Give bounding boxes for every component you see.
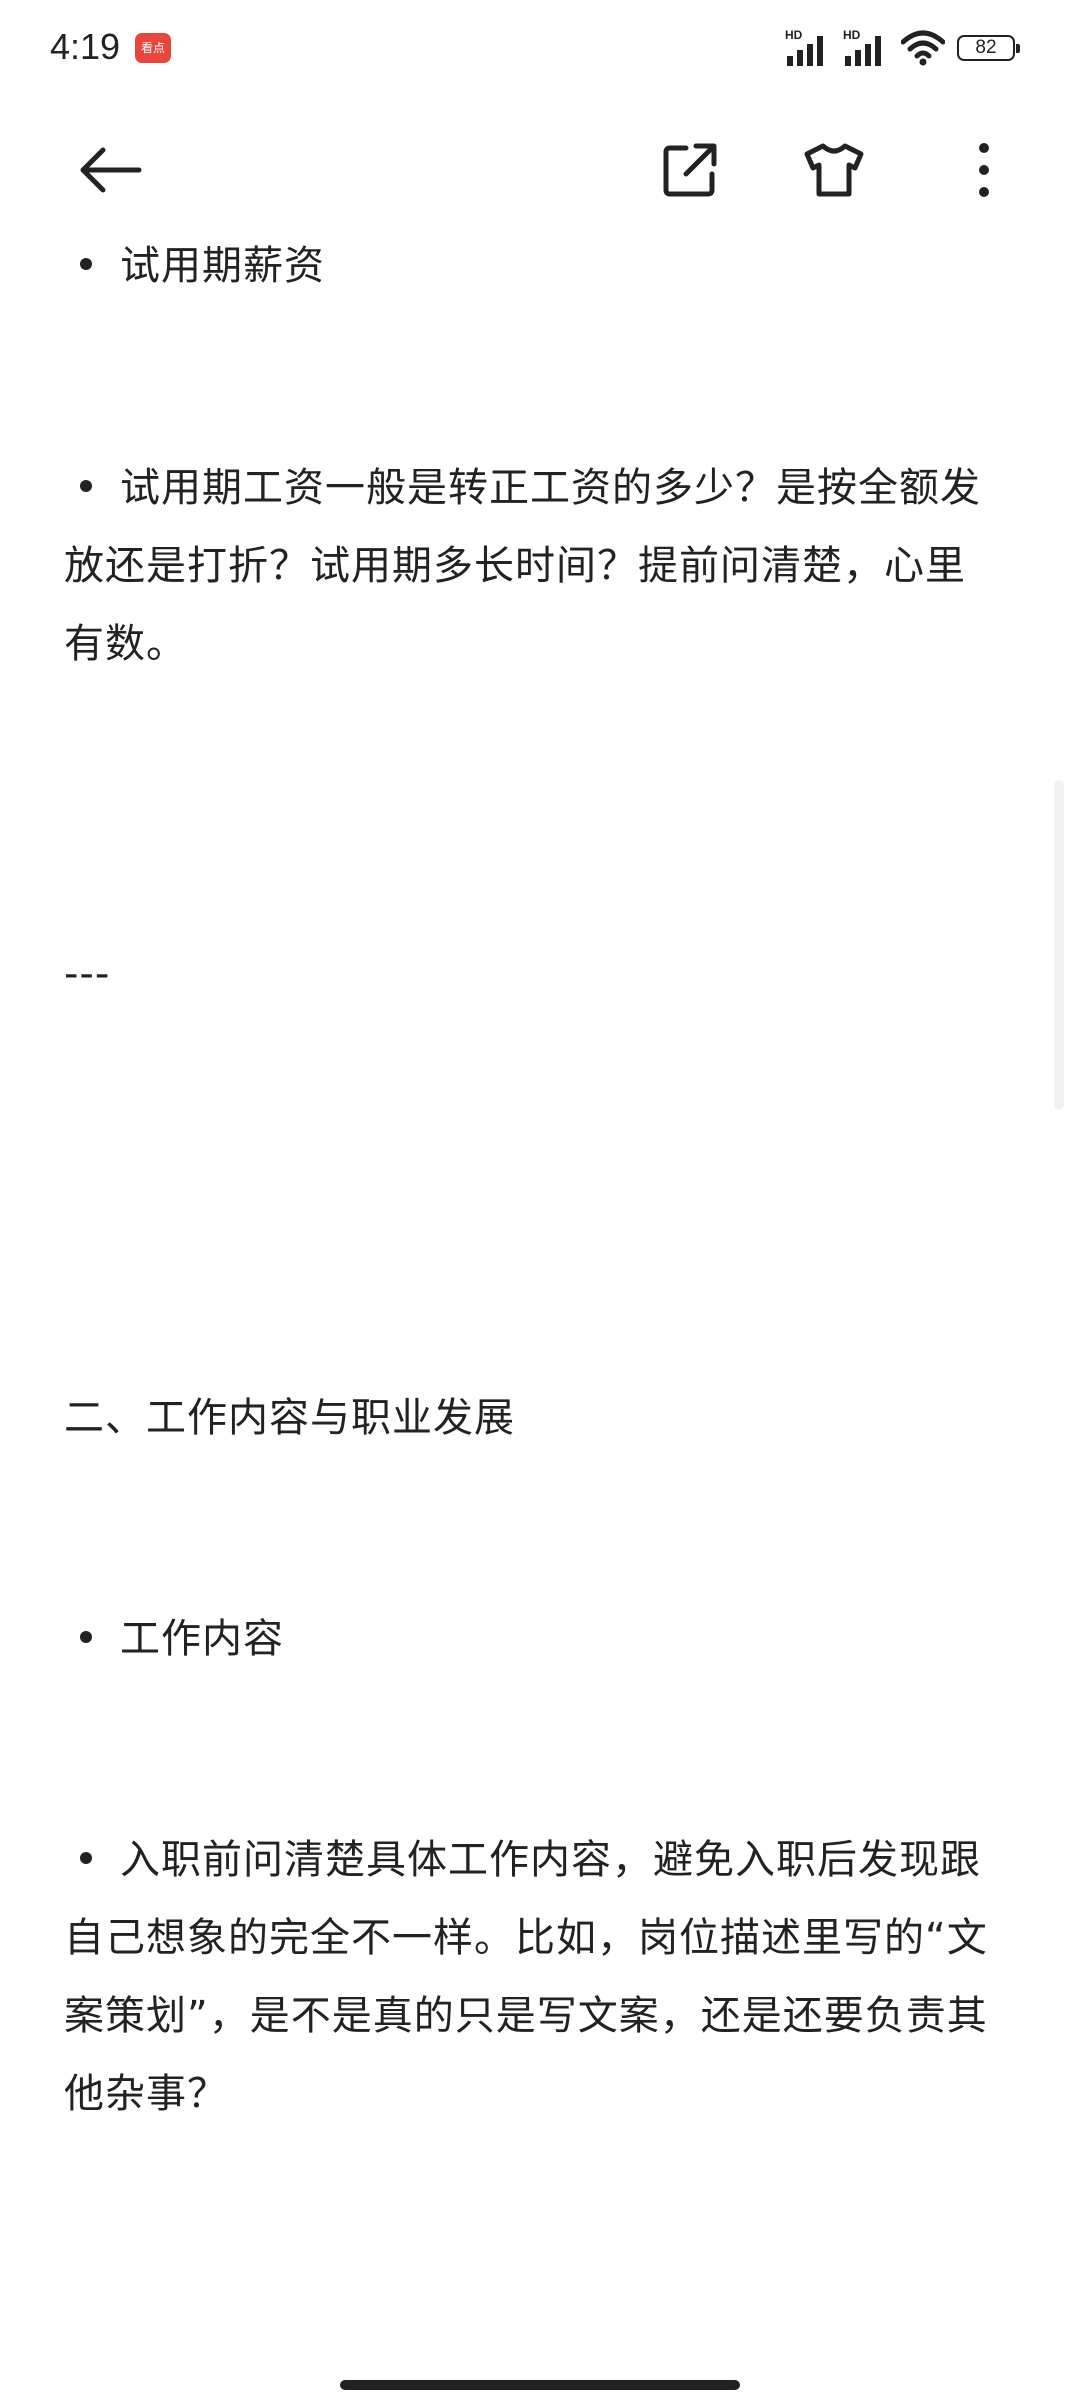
theme-button[interactable] (796, 132, 872, 208)
section-heading: 二、工作内容与职业发展 (64, 1395, 515, 1441)
bullet-dot-icon (80, 1852, 92, 1864)
scrollbar[interactable] (1054, 780, 1064, 1110)
tshirt-icon (804, 143, 864, 197)
bullet-item: 工作内容 (64, 1600, 1024, 1678)
share-button[interactable] (652, 132, 728, 208)
bullet-text: 工作内容 (120, 1616, 284, 1662)
bullet-item: 试用期薪资 (64, 227, 1024, 305)
more-vertical-icon (979, 143, 989, 197)
bullet-text: 试用期工资一般是转正工资的多少？是按全额发 (120, 465, 981, 511)
paragraph-line: 案策划”，是不是真的只是写文案，还是还要负责其 (64, 1993, 988, 2039)
paragraph-line: 放还是打折？试用期多长时间？提前问清楚，心里 (64, 543, 966, 589)
status-bar: 4:19 看点 HD HD 82 (0, 0, 1080, 96)
status-time: 4:19 (50, 26, 121, 67)
paragraph-line: 自己想象的完全不一样。比如，岗位描述里写的“文 (64, 1915, 988, 1961)
home-indicator[interactable] (340, 2380, 740, 2390)
more-button[interactable] (946, 132, 1022, 208)
status-icons: HD HD 82 (785, 28, 1020, 68)
paragraph-line: 他杂事？ (64, 2071, 228, 2117)
bullet-dot-icon (80, 258, 92, 270)
sim2-hd-label: HD (843, 28, 861, 42)
paragraph-line: 有数。 (64, 621, 187, 667)
wifi-icon (900, 28, 946, 68)
arrow-left-icon (80, 147, 142, 193)
bullet-dot-icon (80, 480, 92, 492)
battery-icon: 82 (957, 35, 1020, 61)
sim1-hd-label: HD (785, 28, 803, 42)
top-toolbar (0, 110, 1080, 230)
app-badge-icon: 看点 (135, 33, 171, 63)
share-external-icon (663, 143, 717, 197)
bullet-text: 入职前问清楚具体工作内容，避免入职后发现跟 (120, 1837, 981, 1883)
bullet-item: 入职前问清楚具体工作内容，避免入职后发现跟 (64, 1821, 1024, 1899)
signal-sim1-icon: HD (785, 28, 831, 68)
bullet-item: 试用期工资一般是转正工资的多少？是按全额发 (64, 449, 1024, 527)
bullet-dot-icon (80, 1631, 92, 1643)
signal-sim2-icon: HD (843, 28, 889, 68)
back-button[interactable] (72, 132, 148, 208)
separator-text: --- (64, 951, 111, 997)
bullet-text: 试用期薪资 (120, 243, 325, 289)
